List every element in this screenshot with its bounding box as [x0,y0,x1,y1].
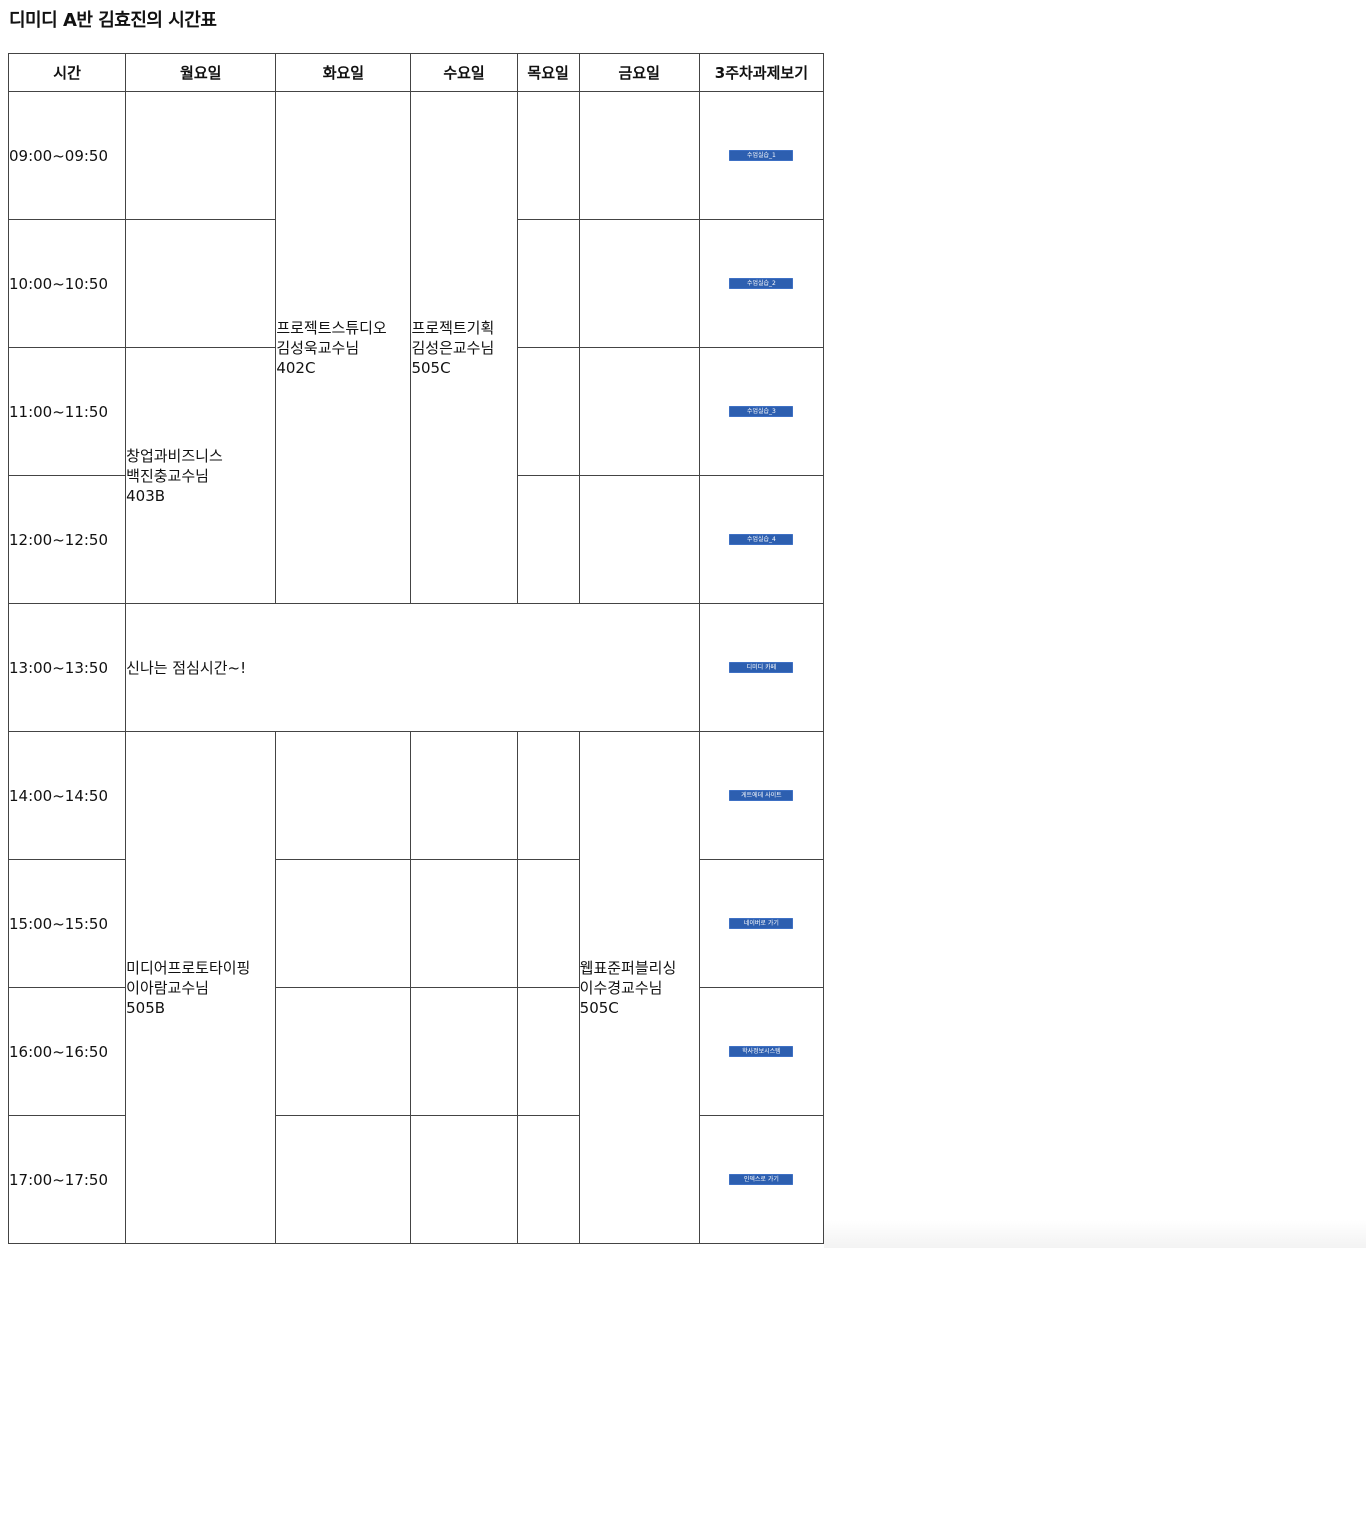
empty-cell [516,219,580,348]
empty-cell [275,1115,412,1244]
link-cell: 수업실습_1 [698,91,825,220]
table-row: 13:00~13:50 신나는 점심시간~! 디미디 카페 [7,603,825,732]
academic-system-link-button[interactable]: 학사정보시스템 [729,1045,794,1057]
header-wednesday: 수요일 [410,53,518,92]
table-row: 09:00~09:50 프로젝트스튜디오 김성욱교수님 402C 프로젝트기획 … [7,91,825,604]
link-cell: 수업실습_4 [698,475,825,604]
empty-cell [125,91,277,220]
class-title: 웹표준퍼블리싱 [579,958,677,977]
class-title: 창업과비즈니스 [126,446,223,465]
empty-cell [516,347,580,476]
empty-cell [275,859,412,988]
site-link-button[interactable]: 게트에데 사이트 [729,789,794,801]
class-title: 프로젝트스튜디오 [276,318,387,337]
class-cell-startup-business: 창업과비즈니스 백진충교수님 403B [125,347,277,604]
link-cell: 디미디 카페 [698,603,825,732]
class-professor: 이아람교수님 [126,978,209,997]
class-room: 402C [276,358,316,377]
bottom-shade [824,1220,1366,1248]
assignment-link-button[interactable]: 수업실습_1 [729,149,794,161]
timetable: 시간 월요일 화요일 수요일 목요일 금요일 3주차과제보기 09:00~09:… [7,53,825,1244]
class-room: 505B [126,998,166,1017]
empty-cell [516,987,580,1116]
time-cell: 13:00~13:50 [7,603,127,732]
index-link-button[interactable]: 인덱스로 가기 [729,1173,794,1185]
empty-cell [410,1115,518,1244]
class-professor: 김성은교수님 [411,338,495,357]
empty-cell [410,731,518,860]
class-cell-media-prototyping: 미디어프로토타이핑 이아람교수님 505B [125,731,277,1244]
cafe-link-button[interactable]: 디미디 카페 [729,661,794,673]
link-cell: 학사정보시스템 [698,987,825,1116]
empty-cell [578,91,700,220]
header-time: 시간 [7,53,127,92]
empty-cell [410,987,518,1116]
time-cell: 17:00~17:50 [7,1115,127,1244]
empty-cell [516,1115,580,1244]
time-cell: 09:00~09:50 [7,91,127,220]
header-tuesday: 화요일 [275,53,412,92]
class-room: 505C [411,358,451,377]
class-title: 미디어프로토타이핑 [126,958,251,977]
empty-cell [125,219,277,348]
header-thursday: 목요일 [516,53,580,92]
assignment-link-button[interactable]: 수업실습_3 [729,405,794,417]
time-cell: 16:00~16:50 [7,987,127,1116]
header-week3-assignments: 3주차과제보기 [698,53,825,92]
time-cell: 12:00~12:50 [7,475,127,604]
link-cell: 인덱스로 가기 [698,1115,825,1244]
empty-cell [516,859,580,988]
time-cell: 15:00~15:50 [7,859,127,988]
link-cell: 수업실습_2 [698,219,825,348]
empty-cell [578,219,700,348]
header-row: 시간 월요일 화요일 수요일 목요일 금요일 3주차과제보기 [7,53,825,92]
time-cell: 10:00~10:50 [7,219,127,348]
time-cell: 11:00~11:50 [7,347,127,476]
naver-link-button[interactable]: 네이버로 가기 [729,917,794,929]
assignment-link-button[interactable]: 수업실습_2 [729,277,794,289]
table-row: 14:00~14:50 미디어프로토타이핑 이아람교수님 505B 웹표준퍼블리… [7,731,825,1244]
class-professor: 이수경교수님 [579,978,663,997]
class-room: 505C [579,998,619,1017]
class-title: 프로젝트기획 [411,318,495,337]
empty-cell [578,347,700,476]
assignment-link-button[interactable]: 수업실습_4 [729,533,794,545]
empty-cell [578,475,700,604]
header-monday: 월요일 [125,53,277,92]
empty-cell [516,475,580,604]
header-friday: 금요일 [578,53,700,92]
empty-cell [410,859,518,988]
link-cell: 수업실습_3 [698,347,825,476]
class-cell-web-publishing: 웹표준퍼블리싱 이수경교수님 505C [578,731,700,1244]
class-professor: 백진충교수님 [126,466,209,485]
empty-cell [516,91,580,220]
lunch-cell: 신나는 점심시간~! [125,603,700,732]
class-room: 403B [126,486,166,505]
class-professor: 김성욱교수님 [276,338,360,357]
time-cell: 14:00~14:50 [7,731,127,860]
empty-cell [275,987,412,1116]
link-cell: 게트에데 사이트 [698,731,825,860]
empty-cell [516,731,580,860]
class-cell-project-studio: 프로젝트스튜디오 김성욱교수님 402C [275,91,412,604]
empty-cell [275,731,412,860]
class-cell-project-planning: 프로젝트기획 김성은교수님 505C [410,91,518,604]
link-cell: 네이버로 가기 [698,859,825,988]
page-title: 디미디 A반 김효진의 시간표 [9,10,217,31]
